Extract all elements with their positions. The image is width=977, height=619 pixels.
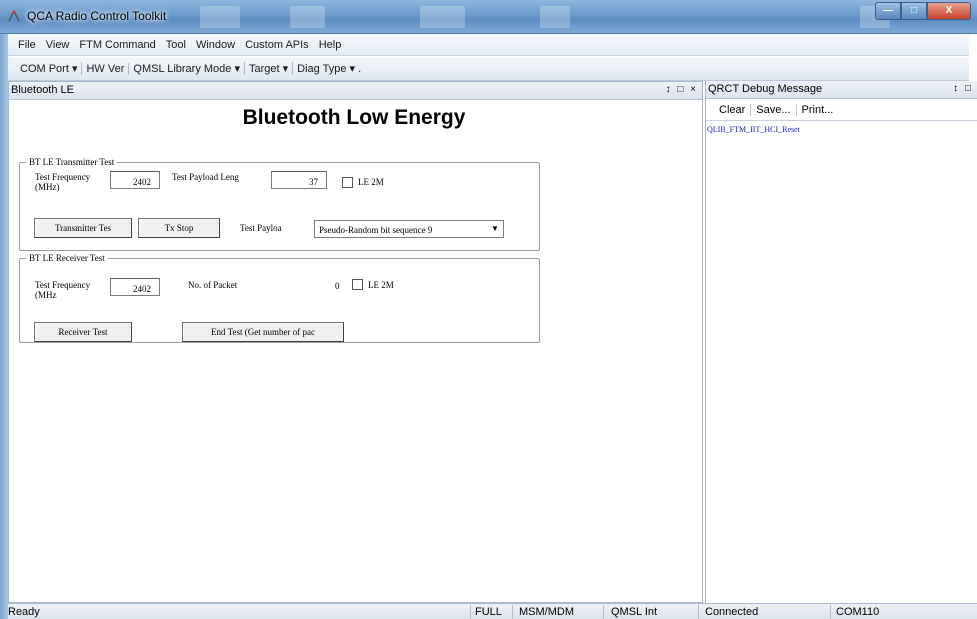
menu-help[interactable]: Help: [319, 39, 342, 51]
taskbar-decoration: [290, 6, 325, 28]
menu-window[interactable]: Window: [196, 39, 235, 51]
minimize-button[interactable]: —: [875, 2, 901, 20]
status-separator: [830, 605, 831, 619]
debug-pane-controls[interactable]: ↕ □: [953, 83, 973, 94]
payload-length-label: Test Payload Leng: [172, 172, 239, 182]
chevron-down-icon[interactable]: ▼: [487, 221, 503, 237]
menu-custom-apis[interactable]: Custom APIs: [245, 39, 309, 51]
menu-view[interactable]: View: [46, 39, 70, 51]
bluetooth-le-pane: Bluetooth LE ↕ □ × Bluetooth Low Energy …: [8, 81, 703, 603]
com-port-dropdown[interactable]: COM Port ▾: [16, 62, 83, 75]
status-separator: [698, 605, 699, 619]
menu-tool[interactable]: Tool: [166, 39, 186, 51]
status-ready: Ready: [8, 606, 40, 618]
status-mode: FULL: [475, 606, 502, 618]
debug-message-line: QLIB_FTM_BT_HCI_Reset: [707, 125, 800, 134]
end-test-button[interactable]: End Test (Get number of pac: [182, 322, 344, 342]
hw-ver-button[interactable]: HW Ver: [82, 62, 130, 75]
tx-frequency-label: Test Frequency (MHz): [35, 172, 91, 192]
clear-button[interactable]: Clear: [714, 103, 752, 116]
page-title: Bluetooth Low Energy: [242, 106, 466, 129]
receiver-test-button[interactable]: Receiver Test: [34, 322, 132, 342]
print-button[interactable]: Print...: [797, 104, 839, 116]
debug-message-pane: QRCT Debug Message ↕ □ Clear Save... Pri…: [705, 81, 977, 605]
test-payload-select[interactable]: Pseudo-Random bit sequence 9 ▼: [314, 220, 504, 238]
debug-pane-title: QRCT Debug Message: [708, 83, 823, 95]
toolbar: COM Port ▾ HW Ver QMSL Library Mode ▾ Ta…: [8, 57, 969, 81]
status-connection: Connected: [705, 606, 759, 618]
qmsl-library-mode-dropdown[interactable]: QMSL Library Mode ▾: [129, 62, 245, 75]
status-bar: Ready FULL MSM/MDM QMSL Int Connected CO…: [8, 603, 977, 619]
packets-label: No. of Packet: [188, 280, 238, 290]
status-separator: [603, 605, 604, 619]
packets-value: 0: [335, 281, 340, 291]
test-payload-value: Pseudo-Random bit sequence 9: [319, 225, 433, 235]
pane-header: Bluetooth LE ↕ □ ×: [9, 82, 702, 100]
window-controls: — □ X: [875, 2, 971, 20]
tx-frequency-input[interactable]: 2402: [110, 171, 160, 189]
status-port: COM110: [836, 606, 880, 618]
pane-controls[interactable]: ↕ □ ×: [666, 84, 698, 95]
rx-frequency-label: Test Frequency (MHz: [35, 280, 91, 300]
menu-bar: File View FTM Command Tool Window Custom…: [8, 34, 969, 56]
menu-file[interactable]: File: [18, 39, 36, 51]
debug-pane-header: QRCT Debug Message ↕ □: [706, 81, 977, 99]
tx-stop-button[interactable]: Tx Stop: [138, 218, 220, 238]
rx-le2m-checkbox[interactable]: [352, 279, 363, 290]
status-separator: [512, 605, 513, 619]
tx-le2m-checkbox[interactable]: [342, 177, 353, 188]
test-payload-label: Test Payloa: [240, 223, 282, 233]
maximize-button[interactable]: □: [901, 2, 927, 20]
diag-type-dropdown[interactable]: Diag Type ▾ .: [293, 62, 365, 75]
debug-toolbar: Clear Save... Print...: [706, 99, 977, 121]
save-button[interactable]: Save...: [751, 103, 797, 116]
app-icon: [8, 10, 20, 22]
transmitter-test-button[interactable]: Transmitter Tes: [34, 218, 132, 238]
taskbar-decoration: [200, 6, 240, 28]
status-target: MSM/MDM: [519, 606, 574, 618]
menu-ftm-command[interactable]: FTM Command: [79, 39, 155, 51]
rx-frequency-input[interactable]: 2402: [110, 278, 160, 296]
tx-le2m-label: LE 2M: [358, 177, 384, 187]
window-title: QCA Radio Control Toolkit: [27, 9, 167, 23]
transmitter-group-legend: BT LE Transmitter Test: [29, 157, 115, 167]
taskbar-decoration: [420, 6, 465, 28]
pane-title: Bluetooth LE: [11, 84, 74, 96]
status-lib: QMSL Int: [611, 606, 658, 618]
title-bar: QCA Radio Control Toolkit — □ X: [0, 0, 977, 34]
taskbar-decoration: [540, 6, 570, 28]
rx-le2m-label: LE 2M: [368, 280, 394, 290]
target-dropdown[interactable]: Target ▾: [245, 62, 294, 75]
window-border: [0, 34, 8, 619]
status-separator: [470, 605, 471, 619]
payload-length-input[interactable]: 37: [271, 171, 327, 189]
receiver-group-legend: BT LE Receiver Test: [29, 253, 105, 263]
close-button[interactable]: X: [927, 2, 971, 20]
